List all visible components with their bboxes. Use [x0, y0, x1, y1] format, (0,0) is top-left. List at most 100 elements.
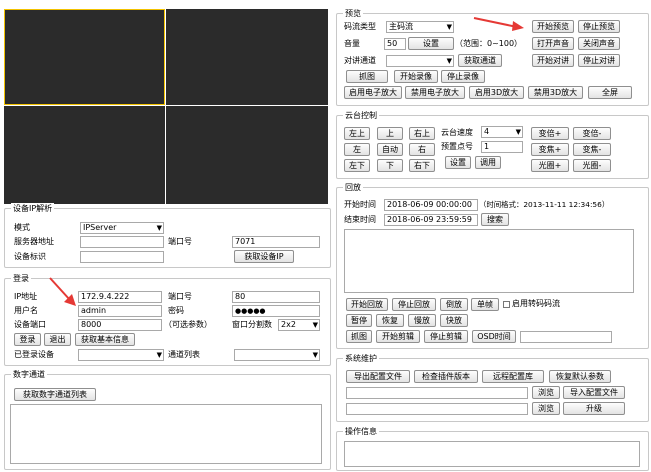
enable-ezoom-button[interactable]: 启用电子放大: [344, 86, 402, 99]
operation-info-log[interactable]: [344, 441, 640, 467]
get-channel-button[interactable]: 获取通道: [458, 54, 502, 67]
reverse-button[interactable]: 倒放: [440, 298, 468, 311]
playback-legend: 回放: [343, 182, 363, 193]
osd-time-button[interactable]: OSD时间: [472, 330, 516, 343]
get-digital-channel-list-button[interactable]: 获取数字通道列表: [14, 388, 96, 401]
channel-list-select[interactable]: ▼: [234, 349, 320, 361]
start-talk-button[interactable]: 开始对讲: [532, 54, 574, 67]
ptz-legend: 云台控制: [343, 110, 379, 121]
video-window-1[interactable]: [4, 9, 165, 105]
end-time-input[interactable]: 2018-06-09 23:59:59: [384, 214, 478, 226]
check-plugin-button[interactable]: 检查插件版本: [414, 370, 478, 383]
login-button[interactable]: 登录: [14, 333, 41, 346]
device-id-input[interactable]: [80, 251, 164, 263]
window-split-select[interactable]: 2x2 ▼: [278, 319, 320, 331]
login-port-input[interactable]: 80: [232, 291, 320, 303]
get-basic-info-button[interactable]: 获取基本信息: [75, 333, 135, 346]
video-window-4[interactable]: [166, 106, 328, 204]
stop-preview-button[interactable]: 停止预览: [578, 20, 620, 33]
volume-set-button[interactable]: 设置: [408, 37, 454, 50]
ptz-up-right-button[interactable]: 右上: [409, 127, 435, 140]
ptz-down-left-button[interactable]: 左下: [344, 159, 370, 172]
username-input[interactable]: admin: [78, 305, 162, 317]
talk-channel-select[interactable]: ▼: [386, 55, 454, 67]
video-window-3[interactable]: [4, 106, 165, 204]
focus-in-button[interactable]: 变焦+: [531, 143, 569, 156]
iris-in-button[interactable]: 光圈+: [531, 159, 569, 172]
ptz-auto-button[interactable]: 自动: [377, 143, 403, 156]
logged-devices-select[interactable]: ▼: [78, 349, 164, 361]
upgrade-file-input[interactable]: [346, 403, 528, 415]
stop-playback-button[interactable]: 停止回放: [392, 298, 436, 311]
chevron-down-icon: ▼: [312, 321, 318, 329]
start-playback-button[interactable]: 开始回放: [346, 298, 388, 311]
playback-capture-button[interactable]: 抓图: [346, 330, 372, 343]
digital-channel-list[interactable]: [10, 404, 322, 464]
disable-ezoom-button[interactable]: 禁用电子放大: [405, 86, 465, 99]
channel-list-label: 通道列表: [168, 350, 200, 359]
browse-upgrade-button[interactable]: 浏览: [532, 402, 560, 415]
upgrade-button[interactable]: 升级: [563, 402, 625, 415]
logout-button[interactable]: 退出: [44, 333, 71, 346]
ptz-right-button[interactable]: 右: [409, 143, 435, 156]
device-port-input[interactable]: 8000: [78, 319, 162, 331]
server-address-label: 服务器地址: [14, 237, 54, 246]
volume-input[interactable]: 50: [384, 38, 406, 50]
playback-file-list[interactable]: [344, 229, 634, 293]
start-clip-button[interactable]: 开始剪辑: [376, 330, 420, 343]
close-sound-button[interactable]: 关闭声音: [578, 37, 620, 50]
server-address-input[interactable]: [80, 236, 164, 248]
preset-input[interactable]: 1: [481, 141, 523, 153]
time-format-hint: （时间格式：2013-11-11 12:34:56）: [479, 200, 610, 209]
start-record-button[interactable]: 开始录像: [394, 70, 438, 83]
maintenance-legend: 系统维护: [343, 353, 379, 364]
zoom-out-button[interactable]: 变倍-: [573, 127, 611, 140]
stop-record-button[interactable]: 停止录像: [441, 70, 485, 83]
preview-capture-button[interactable]: 抓图: [346, 70, 388, 83]
preset-label: 预置点号: [441, 142, 473, 151]
chevron-down-icon: ▼: [446, 57, 452, 65]
resume-button[interactable]: 恢复: [376, 314, 404, 327]
export-config-button[interactable]: 导出配置文件: [346, 370, 410, 383]
talk-channel-label: 对讲通道: [344, 56, 376, 65]
zoom-in-button[interactable]: 变倍+: [531, 127, 569, 140]
iris-out-button[interactable]: 光圈-: [573, 159, 611, 172]
open-sound-button[interactable]: 打开声音: [532, 37, 574, 50]
stream-type-select[interactable]: 主码流 ▼: [386, 21, 454, 33]
browse-import-button[interactable]: 浏览: [532, 386, 560, 399]
mode-select[interactable]: IPServer ▼: [80, 222, 164, 234]
ptz-up-button[interactable]: 上: [377, 127, 403, 140]
fullscreen-button[interactable]: 全屏: [588, 86, 632, 99]
start-preview-button[interactable]: 开始预览: [532, 20, 574, 33]
stop-clip-button[interactable]: 停止剪辑: [424, 330, 468, 343]
slow-button[interactable]: 慢放: [408, 314, 436, 327]
window-split-label: 窗口分割数: [232, 320, 272, 329]
start-time-input[interactable]: 2018-06-09 00:00:00: [384, 199, 478, 211]
import-file-input[interactable]: [346, 387, 528, 399]
enable-3d-zoom-button[interactable]: 启用3D放大: [469, 86, 524, 99]
preset-set-button[interactable]: 设置: [445, 156, 471, 169]
ptz-down-button[interactable]: 下: [377, 159, 403, 172]
import-config-button[interactable]: 导入配置文件: [563, 386, 625, 399]
preset-call-button[interactable]: 调用: [475, 156, 501, 169]
password-input[interactable]: ●●●●●: [232, 305, 320, 317]
disable-3d-zoom-button[interactable]: 禁用3D放大: [528, 86, 583, 99]
video-window-2[interactable]: [166, 9, 328, 105]
transcode-checkbox[interactable]: [503, 301, 510, 308]
pause-button[interactable]: 暂停: [346, 314, 372, 327]
ptz-up-left-button[interactable]: 左上: [344, 127, 370, 140]
single-frame-button[interactable]: 单帧: [471, 298, 499, 311]
osd-time-input[interactable]: [520, 331, 612, 343]
focus-out-button[interactable]: 变焦-: [573, 143, 611, 156]
fast-button[interactable]: 快放: [440, 314, 468, 327]
restore-default-button[interactable]: 恢复默认参数: [549, 370, 611, 383]
stop-talk-button[interactable]: 停止对讲: [578, 54, 620, 67]
remote-config-button[interactable]: 远程配置库: [482, 370, 544, 383]
ptz-down-right-button[interactable]: 右下: [409, 159, 435, 172]
ip-address-input[interactable]: 172.9.4.222: [78, 291, 162, 303]
ptz-left-button[interactable]: 左: [344, 143, 370, 156]
search-button[interactable]: 搜索: [481, 213, 509, 226]
ip-parse-port-input[interactable]: 7071: [232, 236, 320, 248]
get-device-ip-button[interactable]: 获取设备IP: [234, 250, 294, 263]
ptz-speed-select[interactable]: 4 ▼: [481, 126, 523, 138]
